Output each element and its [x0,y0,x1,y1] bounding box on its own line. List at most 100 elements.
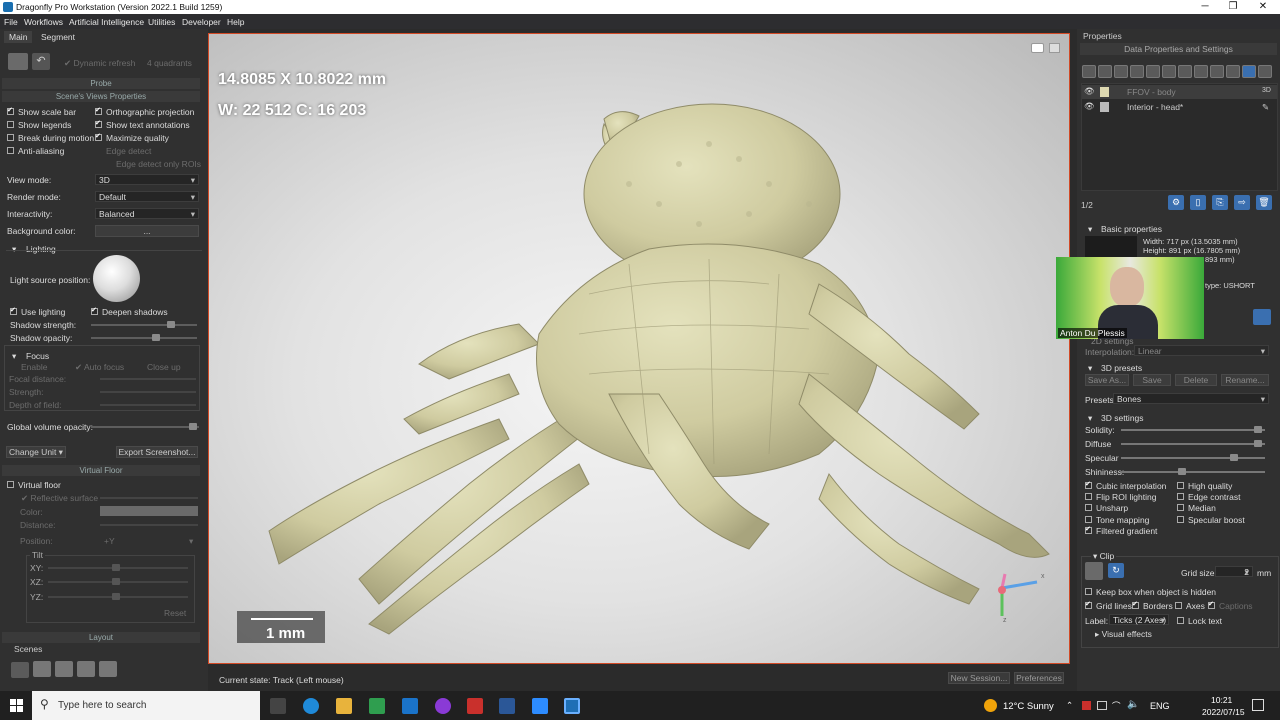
copy-icon[interactable]: ⎘ [1212,195,1228,210]
layout-header[interactable]: Layout [2,632,200,643]
lock-text-checkbox[interactable] [1177,617,1184,624]
3d-settings-collapse-icon[interactable]: ▾ [1088,413,1092,424]
tray-monitor-icon[interactable] [1097,701,1107,710]
store-icon[interactable] [369,698,385,714]
minimize-icon[interactable]: ─ [1190,0,1220,14]
close-up-label[interactable]: Close up [147,362,181,372]
mail-icon[interactable] [402,698,418,714]
presets-select[interactable]: Bones [1113,393,1269,404]
layout-single-icon[interactable] [11,662,29,678]
menu-artificial-intelligence[interactable]: Artificial Intelligence [69,17,144,27]
stack-icon[interactable] [1130,65,1144,78]
render-mode-select[interactable]: Default [95,191,199,202]
mesh-icon[interactable] [1146,65,1160,78]
edge-icon[interactable] [303,698,319,714]
histogram-icon[interactable] [1253,309,1271,325]
shadow-opacity-knob[interactable] [152,334,160,341]
focus-collapse-icon[interactable]: ▾ [12,351,16,362]
auto-focus-label[interactable]: ✔ Auto focus [75,362,124,373]
camera-tool-icon[interactable] [8,53,28,70]
export-screenshot-button[interactable]: Export Screenshot... [116,446,198,458]
unsharp-checkbox[interactable] [1085,504,1092,511]
show-legends-checkbox[interactable] [7,121,14,128]
app-purple-icon[interactable] [435,698,451,714]
background-color-button[interactable]: ... [95,225,199,237]
clock-date[interactable]: 2022/07/15 [1202,707,1245,717]
floor-distance-slider[interactable] [100,524,198,526]
orthographic-projection-checkbox[interactable] [95,106,102,115]
edge-detect-label[interactable]: Edge detect [106,146,151,156]
depth-of-field-slider[interactable] [100,404,196,406]
file-explorer-icon[interactable] [336,698,352,714]
tilt-xz-slider[interactable] [48,578,188,585]
tilt-xy-knob[interactable] [112,564,120,571]
grid-icon[interactable] [1082,65,1096,78]
start-icon[interactable] [10,699,23,712]
focal-distance-slider[interactable] [100,378,196,380]
break-during-motion-checkbox[interactable] [7,134,14,141]
floor-position-select[interactable]: +Y [104,536,115,546]
focus-enable-label[interactable]: Enable [21,362,47,372]
use-lighting-checkbox[interactable] [10,306,17,315]
borders-checkbox[interactable] [1132,600,1139,609]
clip-box-icon[interactable] [1085,562,1103,580]
dragonfly-taskbar-icon[interactable] [564,698,580,714]
maximize-view-icon[interactable] [1049,43,1060,53]
layout-rows-icon[interactable] [77,661,95,677]
settings-icon[interactable]: ⚙ [1168,195,1184,210]
tilt-xz-knob[interactable] [112,578,120,585]
light-source-sphere[interactable] [93,255,140,302]
filtered-gradient-checkbox[interactable] [1085,525,1092,534]
filezilla-icon[interactable] [467,698,483,714]
undo-icon[interactable]: ↶ [32,53,50,70]
shininess-slider[interactable] [1121,468,1265,475]
tab-segment[interactable]: Segment [36,31,80,43]
layer-row[interactable]: 👁 Interior - head* ✎ [1082,100,1277,114]
shadow-opacity-slider[interactable] [91,334,197,341]
shadow-strength-knob[interactable] [167,321,175,328]
specular-slider[interactable] [1121,454,1265,461]
visual-effects-header[interactable]: ▸ Visual effects [1095,629,1152,640]
layer-edit-icon[interactable]: ✎ [1262,102,1269,113]
global-volume-opacity-knob[interactable] [189,423,197,430]
preferences-button[interactable]: Preferences [1014,672,1064,684]
floor-color-swatch[interactable] [100,506,198,516]
solidity-knob[interactable] [1254,426,1262,433]
delete-button[interactable]: Delete [1175,374,1217,386]
menu-help[interactable]: Help [227,17,244,27]
shadow-strength-slider[interactable] [91,321,197,328]
tray-chevron-icon[interactable]: ⌃ [1066,700,1073,711]
change-unit-button[interactable]: Change Unit ▾ [6,446,66,458]
axes-checkbox[interactable] [1175,602,1182,609]
probe-header[interactable]: Probe [2,78,200,89]
grid-lines-checkbox[interactable] [1085,600,1092,609]
table-icon[interactable] [1210,65,1224,78]
edge-contrast-checkbox[interactable] [1177,493,1184,500]
layer-row[interactable]: 👁 FFOV - body 3D [1082,85,1277,99]
clock-time[interactable]: 10:21 [1211,695,1232,705]
orientation-axes-icon[interactable] [975,568,1047,630]
rename-button[interactable]: Rename... [1221,374,1269,386]
diffuse-slider[interactable] [1121,440,1265,447]
diffuse-knob[interactable] [1254,440,1262,447]
virtual-floor-checkbox[interactable] [7,481,14,488]
network-icon[interactable]: ⌒ [1112,700,1121,712]
task-view-icon[interactable] [270,698,286,714]
layout-split3-icon[interactable] [55,661,73,677]
global-volume-opacity-slider[interactable] [91,423,199,430]
eye-icon[interactable]: 👁 [1084,86,1095,97]
restore-icon[interactable]: ❐ [1218,0,1248,14]
reflective-surface-slider[interactable] [100,497,198,499]
shininess-knob[interactable] [1178,468,1186,475]
show-scale-bar-checkbox[interactable] [7,106,14,115]
clip-label-select[interactable]: Ticks (2 Axes) [1109,614,1169,625]
new-session-button[interactable]: New Session... [948,672,1010,684]
tray-filezilla-icon[interactable] [1082,701,1091,710]
layout-quad-icon[interactable] [99,661,117,677]
specular-knob[interactable] [1230,454,1238,461]
filter-icon[interactable] [1178,65,1192,78]
delete-icon[interactable]: 🗑 [1256,195,1272,210]
interpolation-select[interactable]: Linear [1134,345,1269,356]
camera-icon[interactable] [1031,43,1044,53]
measure-icon[interactable] [1226,65,1240,78]
